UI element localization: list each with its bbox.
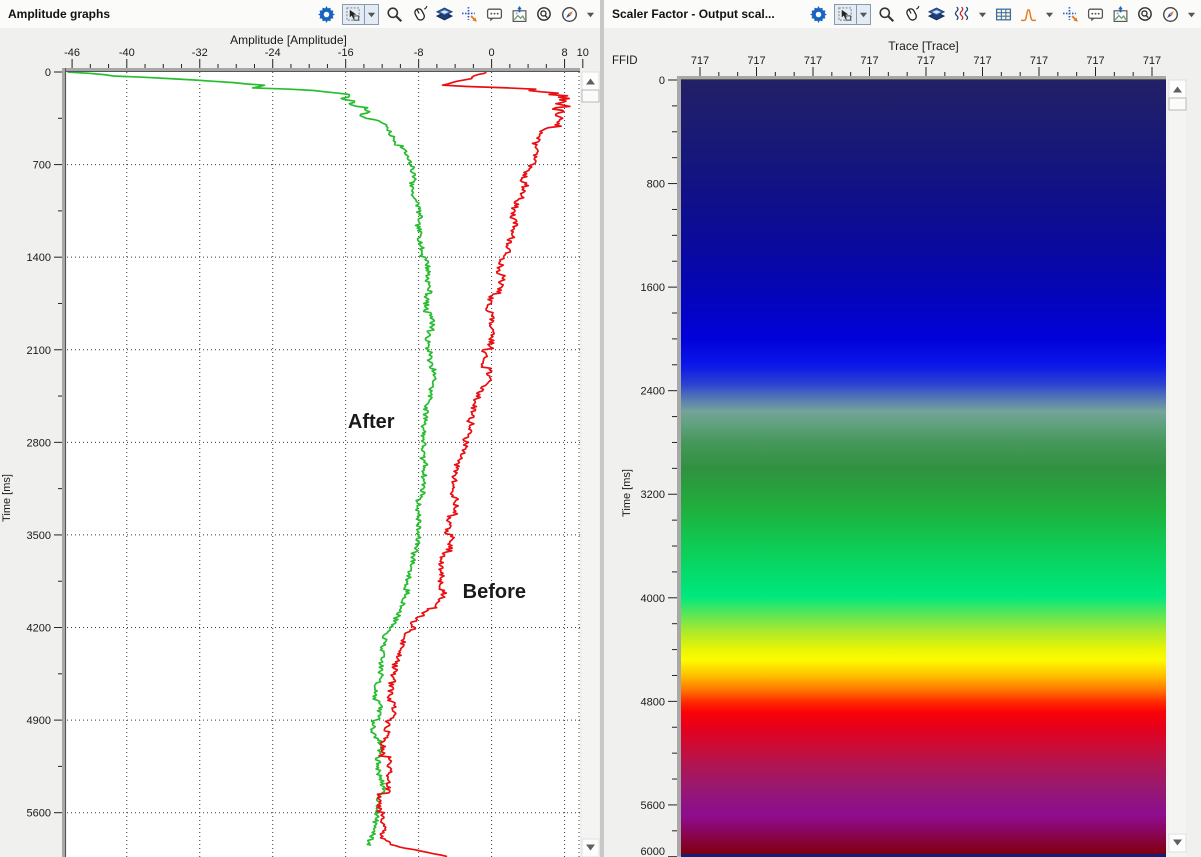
scaler-gradient-image[interactable] bbox=[681, 80, 1166, 857]
x-axis-title: Trace [Trace] bbox=[888, 39, 958, 53]
comment-icon[interactable] bbox=[1086, 5, 1105, 24]
layers-icon[interactable] bbox=[927, 5, 946, 24]
y-tick-label: 1400 bbox=[27, 252, 51, 264]
x-tick-label: 717 bbox=[973, 55, 991, 67]
comment-icon[interactable] bbox=[485, 5, 504, 24]
corner-label-ffid: FFID bbox=[612, 55, 638, 67]
wiggle-icon[interactable] bbox=[952, 5, 971, 24]
chevron-down-icon[interactable] bbox=[977, 5, 988, 24]
compass-icon[interactable] bbox=[560, 5, 579, 24]
scrollbar-thumb[interactable] bbox=[582, 90, 599, 102]
scrollbar-thumb[interactable] bbox=[1169, 98, 1186, 110]
zoom-actual-icon[interactable] bbox=[535, 5, 554, 24]
export-image-icon[interactable] bbox=[1111, 5, 1130, 24]
export-image-icon[interactable] bbox=[510, 5, 529, 24]
gear-icon[interactable] bbox=[317, 5, 336, 24]
compass-icon[interactable] bbox=[1161, 5, 1180, 24]
chevron-down-icon[interactable] bbox=[365, 4, 379, 25]
x-tick-label: 717 bbox=[917, 55, 935, 67]
x-tick-label: 717 bbox=[1030, 55, 1048, 67]
vertical-scrollbar-track[interactable] bbox=[582, 72, 599, 857]
select-cursor-icon[interactable] bbox=[342, 4, 365, 25]
x-tick-label: 717 bbox=[747, 55, 765, 67]
x-tick-label: 8 bbox=[561, 47, 567, 59]
x-tick-label: -8 bbox=[414, 47, 424, 59]
y-tick-label: 2100 bbox=[27, 345, 51, 357]
y-tick-label: 2800 bbox=[27, 437, 51, 449]
panel-title: Scaler Factor - Output scal... bbox=[612, 7, 775, 21]
x-tick-label: -40 bbox=[119, 47, 135, 59]
vertical-scrollbar-track[interactable] bbox=[1169, 80, 1186, 857]
y-axis-bar bbox=[677, 76, 681, 857]
amplitude-panel-header: Amplitude graphs bbox=[0, 0, 600, 28]
amplitude-panel-toolbar bbox=[317, 2, 596, 26]
panel-title: Amplitude graphs bbox=[8, 7, 110, 21]
select-cursor-button[interactable] bbox=[342, 4, 379, 25]
y-tick-label: 1600 bbox=[641, 282, 665, 294]
y-axis-title: Time [ms] bbox=[1, 474, 13, 522]
x-axis-title: Amplitude [Amplitude] bbox=[230, 33, 347, 47]
move-crosshair-icon[interactable] bbox=[1061, 5, 1080, 24]
plot-area[interactable] bbox=[67, 72, 580, 857]
x-tick-label: 717 bbox=[691, 55, 709, 67]
x-tick-label: 717 bbox=[804, 55, 822, 67]
app-window: { "left_panel": { "title": "Amplitude gr… bbox=[0, 0, 1201, 857]
layers-icon[interactable] bbox=[435, 5, 454, 24]
x-tick-label: 717 bbox=[860, 55, 878, 67]
y-tick-label: 4200 bbox=[27, 623, 51, 635]
y-tick-label: 0 bbox=[45, 67, 51, 79]
y-tick-label: 5600 bbox=[27, 808, 51, 820]
zoom-actual-icon[interactable] bbox=[1136, 5, 1155, 24]
scaler-factor-panel: Scaler Factor - Output scal... Trace [Tr… bbox=[604, 0, 1201, 857]
x-tick-label: 0 bbox=[489, 47, 495, 59]
y-tick-label: 700 bbox=[33, 160, 51, 172]
chevron-down-icon[interactable] bbox=[1186, 5, 1197, 24]
select-cursor-button[interactable] bbox=[834, 4, 871, 25]
amplitude-graphs-panel: Amplitude graphs Amplitude [Amplitude] -4… bbox=[0, 0, 600, 857]
annotation-before: Before bbox=[463, 581, 526, 603]
mouse-icon[interactable] bbox=[902, 5, 921, 24]
amplitude-chart[interactable]: Amplitude [Amplitude] -46 -40 -32 -24 -16 -8 0 8… bbox=[0, 28, 600, 857]
mouse-icon[interactable] bbox=[410, 5, 429, 24]
y-tick-label: 6000 bbox=[641, 846, 665, 857]
magnifier-icon[interactable] bbox=[877, 5, 896, 24]
x-tick-label: 717 bbox=[1143, 55, 1161, 67]
select-cursor-icon[interactable] bbox=[834, 4, 857, 25]
chevron-down-icon[interactable] bbox=[1044, 5, 1055, 24]
y-tick-label: 3200 bbox=[641, 489, 665, 501]
scaler-panel-header: Scaler Factor - Output scal... bbox=[604, 0, 1201, 28]
magnifier-icon[interactable] bbox=[385, 5, 404, 24]
y-tick-label: 4000 bbox=[641, 593, 665, 605]
gear-icon[interactable] bbox=[809, 5, 828, 24]
table-grid-icon[interactable] bbox=[994, 5, 1013, 24]
x-tick-label: -32 bbox=[192, 47, 208, 59]
move-crosshair-icon[interactable] bbox=[460, 5, 479, 24]
y-axis-title: Time [ms] bbox=[621, 469, 633, 517]
y-tick-label: 2400 bbox=[641, 386, 665, 398]
scaler-heatmap[interactable]: Trace [Trace] FFID 717 717 717 717 717 717 717 71… bbox=[604, 28, 1201, 857]
x-tick-label: -46 bbox=[64, 47, 80, 59]
x-tick-label: 10 bbox=[577, 47, 589, 59]
y-tick-label: 4900 bbox=[27, 715, 51, 727]
chevron-down-icon[interactable] bbox=[585, 5, 596, 24]
y-tick-label: 3500 bbox=[27, 530, 51, 542]
y-tick-label: 5600 bbox=[641, 800, 665, 812]
x-tick-label: 717 bbox=[1086, 55, 1104, 67]
x-tick-label: -16 bbox=[338, 47, 354, 59]
histogram-icon[interactable] bbox=[1019, 5, 1038, 24]
x-tick-label: -24 bbox=[265, 47, 281, 59]
scaler-panel-toolbar bbox=[809, 2, 1197, 26]
y-tick-label: 800 bbox=[647, 179, 665, 191]
chevron-down-icon[interactable] bbox=[857, 4, 871, 25]
y-tick-label: 0 bbox=[659, 75, 665, 87]
y-tick-label: 4800 bbox=[641, 696, 665, 708]
annotation-after: After bbox=[348, 411, 395, 433]
